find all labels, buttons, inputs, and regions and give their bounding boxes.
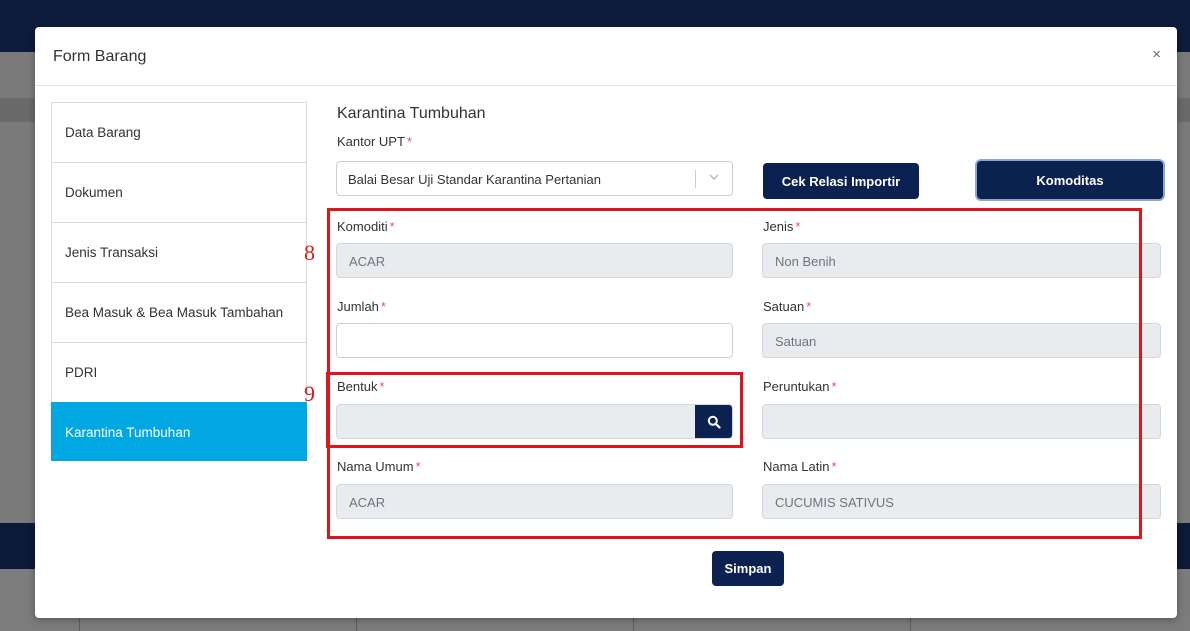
nama-latin-label: Nama Latin *	[763, 459, 837, 474]
modal-header: Form Barang ×	[35, 27, 1177, 86]
kantor-upt-value: Balai Besar Uji Standar Karantina Pertan…	[348, 172, 601, 187]
nama-latin-field: CUCUMIS SATIVUS	[762, 484, 1161, 519]
section-title: Karantina Tumbuhan	[337, 105, 486, 122]
cek-relasi-importir-button[interactable]: Cek Relasi Importir	[763, 163, 919, 199]
chevron-down-icon[interactable]	[708, 171, 720, 183]
jenis-field: Non Benih	[762, 243, 1161, 278]
sidebar-item-data-barang[interactable]: Data Barang	[51, 102, 307, 162]
annotation-number-9: 9	[304, 381, 315, 406]
sidebar-item-karantina-tumbuhan[interactable]: Karantina Tumbuhan	[51, 402, 307, 461]
jumlah-input[interactable]	[336, 323, 733, 358]
select-separator	[695, 170, 696, 188]
satuan-field: Satuan	[762, 323, 1161, 358]
sidebar-item-jenis-transaksi[interactable]: Jenis Transaksi	[51, 222, 307, 282]
form-sidebar: Data Barang Dokumen Jenis Transaksi Bea …	[51, 102, 307, 461]
bentuk-field[interactable]	[336, 404, 733, 439]
close-icon[interactable]: ×	[1152, 46, 1161, 63]
annotation-number-8: 8	[304, 240, 315, 265]
komoditi-label: Komoditi *	[337, 219, 395, 234]
modal-title: Form Barang	[53, 48, 147, 65]
sidebar-item-dokumen[interactable]: Dokumen	[51, 162, 307, 222]
bentuk-label: Bentuk *	[337, 379, 385, 394]
form-barang-modal: Form Barang × Data Barang Dokumen Jenis …	[35, 27, 1177, 618]
jenis-label: Jenis *	[763, 219, 801, 234]
search-icon	[707, 415, 721, 429]
jumlah-label: Jumlah *	[337, 299, 386, 314]
kantor-upt-label: Kantor UPT *	[337, 134, 412, 149]
nama-umum-field: ACAR	[336, 484, 733, 519]
sidebar-item-bea-masuk[interactable]: Bea Masuk & Bea Masuk Tambahan	[51, 282, 307, 342]
komoditas-button[interactable]: Komoditas	[977, 161, 1163, 199]
satuan-label: Satuan *	[763, 299, 812, 314]
peruntukan-label: Peruntukan *	[763, 379, 837, 394]
nama-umum-label: Nama Umum *	[337, 459, 421, 474]
peruntukan-field	[762, 404, 1161, 439]
komoditi-field: ACAR	[336, 243, 733, 278]
kantor-upt-select[interactable]: Balai Besar Uji Standar Karantina Pertan…	[336, 161, 733, 196]
bentuk-search-button[interactable]	[695, 405, 732, 438]
simpan-button[interactable]: Simpan	[712, 551, 784, 586]
sidebar-item-pdri[interactable]: PDRI	[51, 342, 307, 402]
